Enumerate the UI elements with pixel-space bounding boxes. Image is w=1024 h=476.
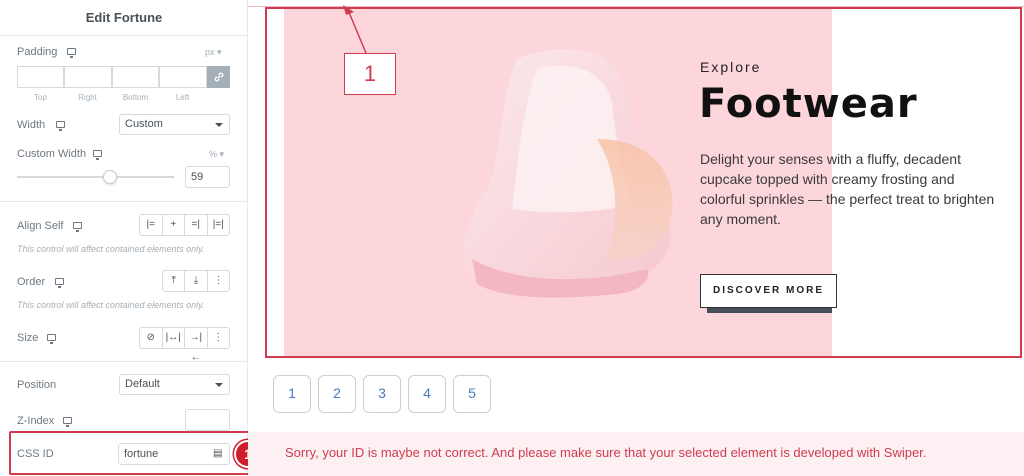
align-start-icon[interactable]: |= [140,215,163,235]
divider [0,361,247,362]
page-button-1[interactable]: 1 [273,375,311,413]
order-label: Order [17,276,46,288]
position-label: Position [17,379,57,391]
editor-panel: Edit Fortune Padding px ▾ Top Right Bott… [0,0,248,476]
page-button-2[interactable]: 2 [318,375,356,413]
size-label: Size [17,332,39,344]
page-button-3[interactable]: 3 [363,375,401,413]
custom-width-label: Custom Width [17,148,87,160]
order-end-icon[interactable]: ⤓ [185,271,208,291]
desktop-icon[interactable] [56,121,65,131]
discover-more-button[interactable]: DISCOVER MORE [700,274,837,308]
z-index-input[interactable] [185,409,230,431]
callout-arrow-icon [343,5,367,54]
padding-right-label: Right [78,93,97,102]
padding-bottom-input[interactable] [112,66,159,88]
custom-width-slider-handle[interactable] [103,170,117,184]
size-control: ⊘ |↔| →|← ⋮ [139,327,230,363]
desktop-icon[interactable] [67,48,76,58]
divider [0,201,247,202]
desktop-icon[interactable] [55,278,64,288]
page-button-4[interactable]: 4 [408,375,446,413]
padding-top-input[interactable] [17,66,64,88]
align-self-label: Align Self [17,220,64,232]
pagination: 1 2 3 4 5 [273,375,491,413]
order-control: ⤒ ⤓ ⋮ [162,270,230,292]
align-center-icon[interactable]: + [163,215,185,235]
align-stretch-icon[interactable]: |=| [208,215,230,235]
slide-eyebrow: Explore [700,59,762,75]
shoe-image [463,49,673,298]
desktop-icon[interactable] [63,417,72,427]
desktop-icon[interactable] [93,150,102,160]
error-message: Sorry, your ID is maybe not correct. And… [285,445,927,460]
size-shrink-icon[interactable]: →|← [185,328,208,363]
padding-bottom-label: Bottom [122,93,149,102]
custom-width-slider-track[interactable] [17,176,174,178]
page-button-5[interactable]: 5 [453,375,491,413]
slide-heading: Footwear [699,81,918,127]
desktop-icon[interactable] [73,222,82,232]
width-label: Width [17,119,46,131]
more-options-icon[interactable]: ⋮ [208,271,229,291]
padding-left-label: Left [175,93,190,102]
padding-unit-select[interactable]: px ▾ [205,47,222,58]
z-index-label: Z-Index [17,415,55,427]
canvas: Explore Footwear Delight your senses wit… [248,0,1024,476]
callout-number: 1 [344,53,396,95]
css-id-highlight [9,431,267,475]
padding-top-label: Top [34,93,47,102]
custom-width-unit-select[interactable]: % ▾ [209,149,224,160]
align-self-control: |= + =| |=| [139,214,230,236]
link-icon [214,72,223,82]
chevron-down-icon [215,123,223,127]
width-select[interactable]: Custom [119,114,230,135]
order-note: This control will affect contained eleme… [17,300,205,310]
chevron-down-icon [215,383,223,387]
panel-title: Edit Fortune [0,0,247,36]
more-options-icon[interactable]: ⋮ [208,328,230,348]
padding-label: Padding [17,46,58,58]
align-self-note: This control will affect contained eleme… [17,244,205,254]
order-start-icon[interactable]: ⤒ [163,271,186,291]
size-grow-icon[interactable]: |↔| [163,328,185,348]
align-end-icon[interactable]: =| [185,215,208,235]
cta-underline [707,308,832,313]
slide-description: Delight your senses with a fluffy, decad… [700,151,995,227]
position-select[interactable]: Default [119,374,230,395]
custom-width-input[interactable]: 59 [185,166,230,188]
padding-left-input[interactable] [159,66,207,88]
size-none-icon[interactable]: ⊘ [140,328,163,348]
padding-right-input[interactable] [64,66,112,88]
link-values-button[interactable] [207,66,230,88]
desktop-icon[interactable] [47,334,56,344]
